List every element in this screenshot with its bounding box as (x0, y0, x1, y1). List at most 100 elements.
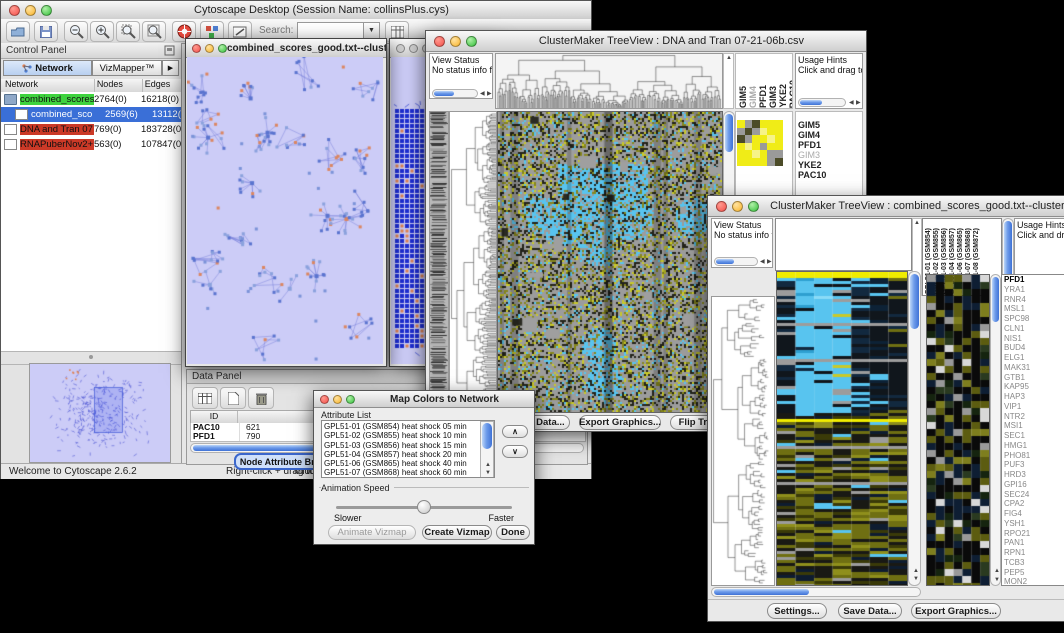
tv1-row-dendrogram[interactable] (449, 111, 497, 413)
zoom-button[interactable] (748, 201, 759, 212)
done-button[interactable]: Done (496, 525, 530, 540)
tv1-column-dendrogram[interactable] (495, 53, 723, 109)
tv2-heatmap-vscrollbar[interactable]: ▲ ▼ (908, 271, 921, 586)
scroll-down-icon[interactable]: ▼ (485, 470, 491, 476)
network-table-row[interactable]: DNA and Tran 07769(0)183728(0) (1, 122, 181, 137)
move-down-button[interactable]: ∨ (502, 445, 528, 458)
gene-label[interactable]: HRD3 (1004, 470, 1030, 480)
save-button[interactable] (34, 21, 58, 42)
attribute-item[interactable]: GPL51-06 (GSM865) heat shock 40 min (324, 459, 492, 468)
network-table-row[interactable]: RNAPuberNov2+I563(0)107847(0) (1, 137, 181, 152)
zoom-button[interactable] (41, 5, 52, 16)
gene-label[interactable]: RPO21 (1004, 529, 1030, 539)
zoom-button[interactable] (346, 395, 355, 404)
network-canvas[interactable] (187, 57, 383, 364)
close-button[interactable] (716, 201, 727, 212)
tv1-usage-hints-hscrollbar[interactable] (798, 98, 846, 107)
gene-label[interactable]: NIS1 (1004, 334, 1030, 344)
gene-label[interactable]: GTB1 (1004, 373, 1030, 383)
tv2-gene-list-vscrollbar[interactable]: ▲ ▼ (990, 274, 1001, 586)
gene-label[interactable]: TCB3 (1004, 558, 1030, 568)
column-label[interactable]: PAC10 (788, 80, 793, 108)
animate-vizmap-button[interactable]: Animate Vizmap (328, 525, 416, 540)
gene-label[interactable]: GIM3 (798, 150, 826, 160)
gene-label[interactable]: RNR4 (1004, 295, 1030, 305)
gene-label[interactable]: PFD1 (798, 140, 826, 150)
scroll-up-icon[interactable]: ▲ (914, 220, 920, 226)
column-label[interactable]: YKE2 (778, 84, 788, 108)
main-title-bar[interactable]: Cytoscape Desktop (Session Name: collins… (1, 1, 591, 20)
gene-label[interactable]: CPA2 (1004, 499, 1030, 509)
close-button[interactable] (396, 44, 405, 53)
tab-vizmapper[interactable]: VizMapper™ (92, 60, 162, 76)
data-panel-new-attribute-button[interactable] (220, 387, 246, 409)
gene-label[interactable]: NTR2 (1004, 412, 1030, 422)
tv1-export-graphics-button[interactable]: Export Graphics... (579, 415, 661, 430)
tv1-col-scroll-strip[interactable]: ▲ (723, 53, 734, 109)
gene-label[interactable]: GPI16 (1004, 480, 1030, 490)
column-label[interactable]: GIM4 (748, 86, 758, 108)
gene-label[interactable]: YKE2 (798, 160, 826, 170)
zoom-fit-button[interactable] (142, 21, 166, 42)
minimize-button[interactable] (409, 44, 418, 53)
attribute-item[interactable]: GPL51-07 (GSM868) heat shock 60 min (324, 468, 492, 477)
scroll-left-icon[interactable]: ◀ (760, 259, 765, 265)
birdseye-overview-canvas[interactable] (29, 363, 171, 463)
scroll-right-icon[interactable]: ▶ (856, 100, 861, 106)
gene-label[interactable]: HAP3 (1004, 392, 1030, 402)
attribute-list-vscrollbar[interactable]: ▲ ▼ (480, 421, 494, 478)
tv2-view-status-hscrollbar[interactable] (714, 257, 758, 266)
scroll-up-icon[interactable]: ▲ (485, 462, 491, 468)
gene-label[interactable]: CLN1 (1004, 324, 1030, 334)
zoom-out-button[interactable] (64, 21, 88, 42)
scroll-left-icon[interactable]: ◀ (480, 91, 485, 97)
attribute-item[interactable]: GPL51-01 (GSM854) heat shock 05 min (324, 422, 492, 431)
tv1-yellow-matrix[interactable] (737, 120, 784, 167)
float-panel-icon[interactable] (164, 45, 175, 56)
open-file-button[interactable] (6, 21, 30, 42)
search-input[interactable] (297, 22, 365, 39)
gene-label[interactable]: MON2 (1004, 577, 1030, 586)
gene-label[interactable]: MAK31 (1004, 363, 1030, 373)
attribute-item[interactable]: GPL51-04 (GSM857) heat shock 20 min (324, 450, 492, 459)
attribute-item[interactable]: GPL51-02 (GSM855) heat shock 10 min (324, 431, 492, 440)
gene-label[interactable]: PHO81 (1004, 451, 1030, 461)
tv2-hscrollbar[interactable] (711, 587, 921, 597)
gene-label[interactable]: PUF3 (1004, 460, 1030, 470)
network-table-row[interactable]: combined_sco2569(6)13112(15) (1, 107, 181, 122)
zoom-in-button[interactable] (90, 21, 114, 42)
column-label[interactable]: GIM3 (768, 86, 778, 108)
gene-label[interactable]: GIM4 (798, 130, 826, 140)
gene-label[interactable]: SEC24 (1004, 490, 1030, 500)
tv2-save-data-button[interactable]: Save Data... (838, 603, 902, 619)
animation-speed-slider-thumb[interactable] (417, 500, 431, 514)
tv2-settings-button[interactable]: Settings... (767, 603, 827, 619)
tv1-heatmap-canvas[interactable] (497, 111, 723, 413)
minimize-button[interactable] (450, 36, 461, 47)
scroll-down-icon[interactable]: ▼ (994, 577, 1000, 583)
gene-label[interactable]: GIM5 (798, 120, 826, 130)
tab-overflow-button[interactable]: ▶ (162, 60, 179, 76)
tv1-row-overview-strip[interactable] (429, 111, 449, 413)
zoom-button[interactable] (218, 44, 227, 53)
gene-label[interactable]: MSL1 (1004, 304, 1030, 314)
zoom-selected-button[interactable] (116, 21, 140, 42)
minimize-button[interactable] (333, 395, 342, 404)
tv2-heatmap-canvas[interactable] (776, 271, 908, 586)
gene-label[interactable]: BUD4 (1004, 343, 1030, 353)
gene-label[interactable]: RPN1 (1004, 548, 1030, 558)
gene-label[interactable]: HMG1 (1004, 441, 1030, 451)
scroll-right-icon[interactable]: ▶ (767, 259, 772, 265)
column-label[interactable]: PFD1 (758, 85, 768, 108)
gene-label[interactable]: SPC98 (1004, 314, 1030, 324)
gene-label[interactable]: PFD1 (1004, 275, 1030, 285)
gene-label[interactable]: PEP5 (1004, 568, 1030, 578)
tv2-overview-heatmap[interactable] (926, 274, 990, 586)
data-panel-select-attributes-button[interactable] (192, 387, 218, 409)
col-network[interactable]: Network (1, 79, 95, 92)
minimize-button[interactable] (732, 201, 743, 212)
scroll-up-icon[interactable]: ▲ (994, 568, 1000, 574)
gene-label[interactable]: ELG1 (1004, 353, 1030, 363)
tv2-row-dendrogram[interactable] (711, 296, 775, 586)
tv2-gene-list[interactable]: PFD1YRA1RNR4MSL1SPC98CLN1NIS1BUD4ELG1MAK… (1004, 275, 1030, 586)
